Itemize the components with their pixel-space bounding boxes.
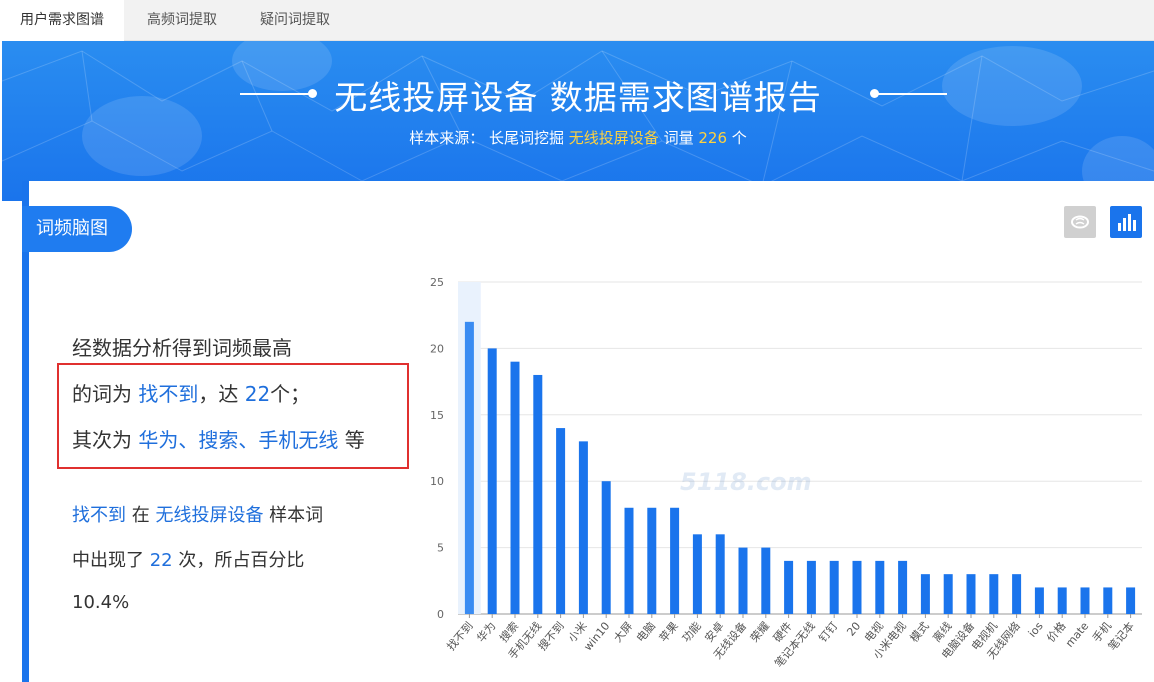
y-tick-label: 15 <box>430 409 444 422</box>
stat-text: 在 <box>126 505 156 526</box>
x-tick-label: 华为 <box>474 619 499 645</box>
bar <box>806 560 816 614</box>
x-tick-label: 功能 <box>679 619 704 645</box>
bar <box>1080 587 1090 614</box>
title-right-line <box>877 93 947 95</box>
bar <box>898 560 908 614</box>
bar-chart-icon <box>1118 214 1136 231</box>
bar <box>784 560 794 614</box>
bar <box>464 321 474 614</box>
x-tick-label: 苹果 <box>656 619 681 645</box>
bar <box>647 507 657 614</box>
x-tick-label: 找不到 <box>444 619 476 653</box>
bar <box>1034 587 1044 614</box>
bar <box>943 574 953 614</box>
stat-keyword: 无线投屏设备 <box>155 505 264 526</box>
stat-text: 样本词 <box>263 505 324 526</box>
bar <box>738 547 748 614</box>
bar <box>578 441 588 614</box>
word-count: 226 <box>698 129 728 147</box>
bar <box>670 507 680 614</box>
stat-line-1: 找不到 在 无线投屏设备 样本词 <box>72 501 323 527</box>
report-banner: 无线投屏设备 数据需求图谱报告 样本来源： 长尾词挖掘 无线投屏设备 词量 22… <box>2 41 1154 201</box>
brain-icon <box>1071 215 1089 229</box>
y-tick-label: 25 <box>430 276 444 289</box>
y-tick-label: 20 <box>430 342 444 355</box>
y-tick-label: 10 <box>430 475 444 488</box>
tab-high-frequency-words[interactable]: 高频词提取 <box>128 0 236 41</box>
sample-source: 长尾词挖掘 <box>488 129 564 147</box>
highlight-box <box>57 363 409 469</box>
bar <box>989 574 999 614</box>
sample-source-label: 样本来源： <box>409 129 485 147</box>
bar <box>624 507 634 614</box>
brain-map-button[interactable] <box>1064 206 1096 238</box>
stat-count: 22 <box>149 550 173 571</box>
bar <box>487 348 497 614</box>
x-tick-label: win10 <box>581 620 612 654</box>
bar <box>920 574 930 614</box>
report-title: 无线投屏设备 数据需求图谱报告 <box>334 78 822 117</box>
bar <box>1126 587 1136 614</box>
stat-word: 找不到 <box>72 505 126 526</box>
bar <box>1057 587 1067 614</box>
stat-percent: 10.4% <box>72 592 130 613</box>
x-tick-label: 电脑 <box>634 620 658 645</box>
bar <box>533 374 543 614</box>
word-count-label: 词量 <box>663 129 694 147</box>
x-tick-label: mate <box>1063 619 1091 649</box>
x-tick-label: 大屏 <box>610 619 635 645</box>
bar-chart-button[interactable] <box>1110 206 1142 238</box>
sample-keyword: 无线投屏设备 <box>568 129 659 147</box>
watermark: 5118.com <box>680 468 812 496</box>
x-tick-label: ios <box>1026 619 1046 639</box>
x-tick-label: 模式 <box>908 620 932 645</box>
bar <box>852 560 862 614</box>
x-tick-label: 荣耀 <box>748 620 772 645</box>
word-count-unit: 个 <box>731 129 747 147</box>
y-tick-label: 5 <box>437 542 444 555</box>
stat-text: 次，所占百分比 <box>172 550 305 571</box>
network-decoration <box>2 41 1154 201</box>
stat-text: 中出现了 <box>72 550 150 571</box>
tab-user-demand-map[interactable]: 用户需求图谱 <box>0 0 124 41</box>
bar <box>1012 574 1022 614</box>
section-label: 词频脑图 <box>22 206 132 252</box>
stat-line-2: 中出现了 22 次，所占百分比 <box>72 546 304 572</box>
bar <box>1103 587 1113 614</box>
bar <box>556 428 566 614</box>
bar <box>761 547 771 614</box>
bar <box>715 534 725 614</box>
analysis-line-1: 经数据分析得到词频最高 <box>72 336 292 360</box>
report-subtitle: 样本来源： 长尾词挖掘 无线投屏设备 词量 226 个 <box>2 127 1154 148</box>
x-tick-label: 笔记本 <box>1105 619 1137 653</box>
bar <box>829 560 839 614</box>
x-tick-label: 20 <box>844 620 863 639</box>
y-tick-label: 0 <box>437 608 444 621</box>
bar <box>692 534 702 614</box>
tab-bar: 用户需求图谱 高频词提取 疑问词提取 <box>0 0 1154 41</box>
tab-question-words[interactable]: 疑问词提取 <box>240 0 350 41</box>
x-tick-label: 搜不到 <box>535 619 567 653</box>
bar <box>601 481 611 614</box>
bar <box>966 574 976 614</box>
x-tick-label: 钉钉 <box>816 620 840 645</box>
bar <box>875 560 885 614</box>
bar <box>510 361 520 614</box>
